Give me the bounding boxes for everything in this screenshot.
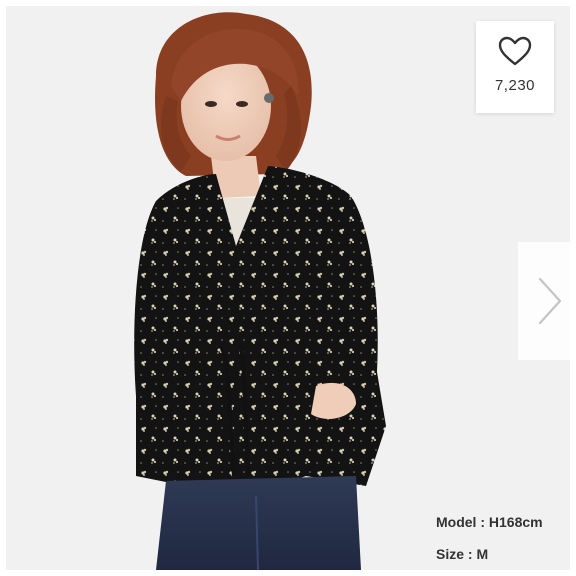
next-image-button[interactable] — [518, 242, 570, 360]
model-size-label: Size : M — [436, 546, 489, 562]
favorite-button[interactable]: 7,230 — [476, 21, 554, 113]
chevron-right-icon — [538, 277, 562, 325]
heart-outline-icon — [498, 36, 532, 66]
product-photo: 7,230 — [6, 6, 570, 570]
model-height-label: Model : H168cm — [436, 514, 543, 530]
favorite-count: 7,230 — [494, 77, 536, 94]
product-image-viewer: 7,230 Model : H168cm Size : M — [0, 0, 576, 576]
